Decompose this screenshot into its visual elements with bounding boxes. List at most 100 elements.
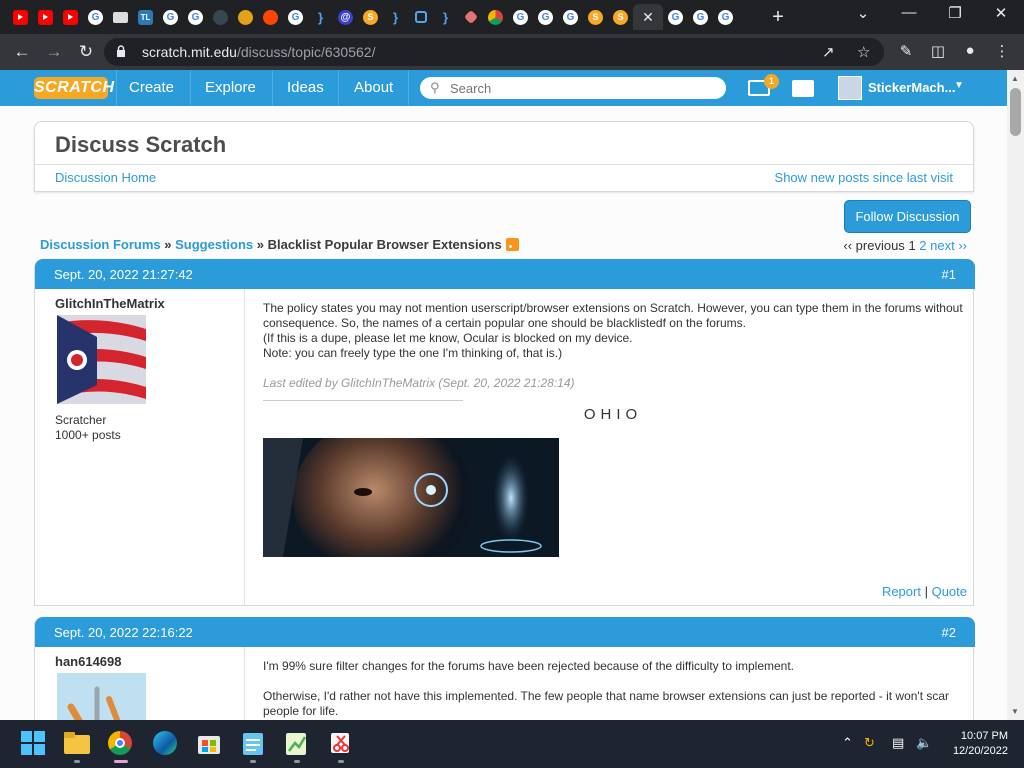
nav-divider: [338, 70, 339, 106]
author-avatar[interactable]: [57, 315, 146, 404]
post-author[interactable]: GlitchInTheMatrix: [55, 296, 165, 311]
browser-tab[interactable]: [283, 4, 308, 30]
browser-tab[interactable]: [558, 4, 583, 30]
brace-icon: [438, 10, 453, 25]
browser-tab[interactable]: [433, 4, 458, 30]
username[interactable]: StickerMach...: [868, 80, 955, 95]
post-author[interactable]: han614698: [55, 654, 122, 669]
running-indicator: [338, 760, 344, 763]
nav-explore[interactable]: Explore: [205, 79, 256, 96]
browser-tab[interactable]: [713, 4, 738, 30]
signature-image: [263, 438, 559, 557]
quote-link[interactable]: Quote: [932, 584, 967, 599]
edge-icon[interactable]: [152, 730, 178, 756]
breadcrumb-forums[interactable]: Discussion Forums: [40, 237, 161, 252]
search-input[interactable]: [450, 79, 720, 97]
file-explorer-icon[interactable]: [64, 730, 90, 756]
share-icon[interactable]: ↗: [822, 43, 835, 61]
browser-tab[interactable]: [663, 4, 688, 30]
network-icon[interactable]: ▤: [892, 735, 904, 751]
report-link[interactable]: Report: [882, 584, 921, 599]
avatar[interactable]: [838, 76, 862, 100]
rss-icon[interactable]: [505, 238, 519, 251]
post-date[interactable]: Sept. 20, 2022 21:27:42: [54, 267, 193, 282]
nav-ideas[interactable]: Ideas: [287, 79, 324, 96]
windows-start-icon[interactable]: [20, 730, 46, 756]
snipping-tool-icon[interactable]: [328, 730, 354, 756]
author-avatar[interactable]: [57, 673, 146, 720]
post-number[interactable]: #1: [942, 267, 956, 282]
back-button[interactable]: ←: [10, 40, 34, 64]
search-box[interactable]: ⚲: [420, 77, 726, 99]
nav-about[interactable]: About: [354, 79, 393, 96]
chrome-icon[interactable]: [107, 730, 133, 756]
scroll-up-icon[interactable]: ▲: [1011, 74, 1019, 83]
next-page-link[interactable]: next ››: [930, 238, 967, 253]
browser-tab[interactable]: [508, 4, 533, 30]
browser-tab[interactable]: [688, 4, 713, 30]
running-indicator: [74, 760, 80, 763]
browser-tab[interactable]: [608, 4, 633, 30]
browser-tab[interactable]: [108, 4, 133, 30]
browser-tab[interactable]: [58, 4, 83, 30]
new-tab-button[interactable]: +: [768, 6, 788, 29]
post-author-column: GlitchInTheMatrix Scratcher 1000+ posts: [35, 289, 245, 605]
discussion-home-link[interactable]: Discussion Home: [55, 170, 156, 185]
browser-tab[interactable]: [33, 4, 58, 30]
my-stuff-icon[interactable]: [792, 80, 814, 97]
chevron-down-icon[interactable]: ▼: [954, 80, 964, 91]
tray-chevron-up-icon[interactable]: ⌃: [842, 735, 853, 751]
scroll-thumb[interactable]: [1010, 88, 1021, 136]
browser-tab[interactable]: [233, 4, 258, 30]
browser-tab[interactable]: [383, 4, 408, 30]
google-icon: [718, 9, 733, 25]
scratch-logo[interactable]: SCRATCH: [34, 77, 114, 99]
breadcrumb-category[interactable]: Suggestions: [175, 237, 253, 252]
scroll-down-icon[interactable]: ▼: [1011, 707, 1019, 716]
new-posts-link[interactable]: Show new posts since last visit: [775, 170, 953, 185]
page-2-link[interactable]: 2: [919, 238, 926, 253]
minimize-button[interactable]: —: [894, 4, 924, 21]
nav-divider: [408, 70, 409, 106]
system-clock[interactable]: 10:07 PM 12/20/2022: [944, 729, 1008, 759]
browser-tab[interactable]: [258, 4, 283, 30]
browser-tab[interactable]: [158, 4, 183, 30]
lock-icon[interactable]: [116, 45, 126, 57]
tab-search-chevron-icon[interactable]: ⌄: [848, 4, 878, 22]
notepad-icon[interactable]: [240, 730, 266, 756]
notepad-plus-icon[interactable]: [284, 730, 310, 756]
profile-icon[interactable]: ●: [959, 42, 981, 59]
browser-tab[interactable]: [483, 4, 508, 30]
browser-tab[interactable]: [83, 4, 108, 30]
browser-tab[interactable]: [133, 4, 158, 30]
browser-tab[interactable]: [458, 4, 483, 30]
nav-create[interactable]: Create: [129, 79, 174, 96]
browser-tab[interactable]: [333, 4, 358, 30]
browser-tab[interactable]: [358, 4, 383, 30]
bookmark-star-icon[interactable]: ☆: [857, 43, 870, 61]
post-date[interactable]: Sept. 20, 2022 22:16:22: [54, 625, 193, 640]
close-tab-icon[interactable]: ✕: [642, 9, 654, 26]
extensions-icon[interactable]: ✎: [895, 42, 917, 60]
browser-tab[interactable]: [208, 4, 233, 30]
browser-tab[interactable]: [533, 4, 558, 30]
browser-tab[interactable]: [308, 4, 333, 30]
close-window-button[interactable]: ✕: [986, 4, 1016, 22]
browser-tab[interactable]: [183, 4, 208, 30]
browser-tab[interactable]: [408, 4, 433, 30]
follow-discussion-button[interactable]: Follow Discussion: [844, 200, 971, 233]
update-icon[interactable]: ↻: [864, 735, 875, 751]
side-panel-icon[interactable]: ◫: [927, 42, 949, 60]
active-tab[interactable]: ✕: [633, 4, 663, 30]
menu-kebab-icon[interactable]: ⋮: [991, 42, 1013, 60]
store-icon[interactable]: [196, 730, 222, 756]
volume-icon[interactable]: 🔈: [916, 735, 932, 751]
reload-button[interactable]: ↻: [74, 40, 98, 64]
browser-tab[interactable]: [583, 4, 608, 30]
page-scrollbar[interactable]: ▲ ▼: [1007, 70, 1024, 720]
restore-button[interactable]: ❐: [940, 4, 970, 22]
address-bar[interactable]: scratch.mit.edu/discuss/topic/630562/ ↗ …: [104, 38, 884, 66]
post-number[interactable]: #2: [942, 625, 956, 640]
forward-button[interactable]: →: [42, 40, 66, 64]
browser-tab[interactable]: [8, 4, 33, 30]
